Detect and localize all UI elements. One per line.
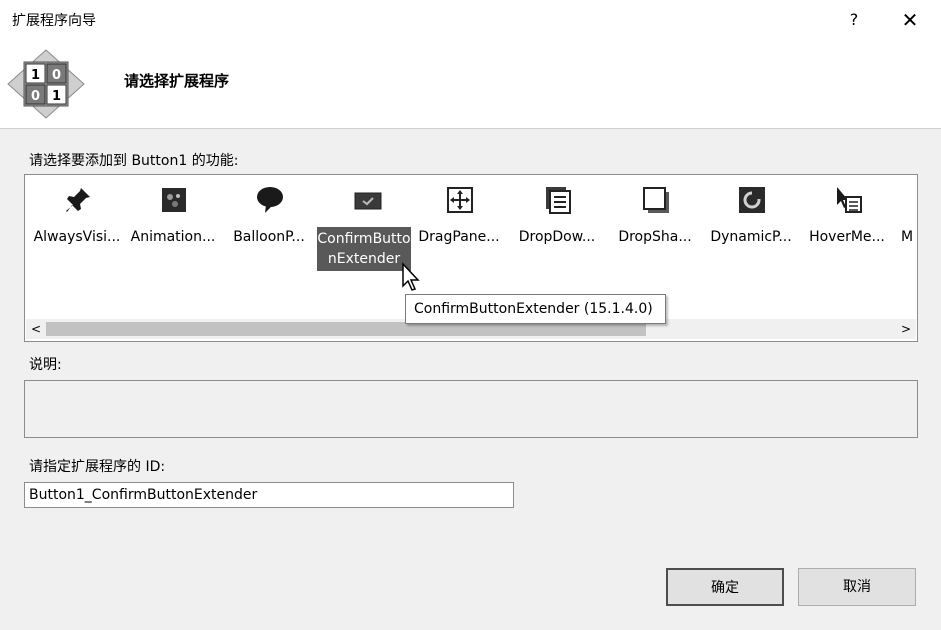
pin-icon — [66, 188, 90, 212]
svg-text:0: 0 — [31, 89, 40, 104]
close-button[interactable]: ✕ — [896, 6, 924, 34]
cancel-button[interactable]: 取消 — [798, 568, 916, 606]
svg-text:0: 0 — [52, 68, 61, 83]
animation-icon — [162, 188, 186, 212]
wizard-header: 1 0 0 1 请选择扩展程序 — [0, 40, 941, 129]
binary-grid-icon: 1 0 0 1 — [7, 49, 85, 119]
extension-item-dynamicpopulate[interactable]: DynamicP... — [703, 181, 799, 281]
extension-item-label: DragPane... — [418, 229, 500, 245]
speech-balloon-icon — [257, 187, 283, 213]
extension-item-label: M — [901, 229, 914, 245]
description-box — [24, 380, 918, 438]
title-bar: 扩展程序向导 ? ✕ — [0, 0, 941, 40]
svg-text:1: 1 — [52, 89, 61, 104]
window-title: 扩展程序向导 — [12, 13, 96, 29]
extension-item-dragpanel[interactable]: DragPane... — [411, 181, 507, 281]
scroll-thumb[interactable] — [46, 322, 646, 336]
extension-item-animation[interactable]: Animation... — [125, 181, 221, 281]
extension-item-balloonpopup[interactable]: BalloonP... — [221, 181, 317, 281]
extension-item-label: DropDow... — [518, 229, 596, 245]
dropdown-icon — [546, 187, 571, 214]
scroll-right-button[interactable]: > — [896, 319, 916, 339]
extender-id-label: 请指定扩展程序的 ID: — [29, 459, 166, 475]
extension-item-dropshadow[interactable]: DropSha... — [607, 181, 703, 281]
confirm-button-icon — [354, 192, 382, 210]
extension-item-label: DropSha... — [618, 229, 692, 245]
extension-item-label: Animation... — [130, 229, 216, 245]
extension-item-label: DynamicP... — [710, 229, 792, 245]
extension-item-label: AlwaysVisi... — [33, 229, 121, 245]
extension-list-label: 请选择要添加到 Button1 的功能: — [29, 153, 239, 169]
scroll-left-button[interactable]: < — [26, 319, 46, 339]
description-label: 说明: — [29, 357, 62, 373]
drag-panel-icon — [447, 187, 473, 213]
extension-item-more[interactable]: M — [897, 181, 917, 281]
dynamic-populate-icon — [739, 187, 765, 213]
extension-item-label: ConfirmButtonExtender — [317, 227, 411, 271]
wizard-step-title: 请选择扩展程序 — [124, 72, 230, 90]
extension-item-alwaysvisible[interactable]: AlwaysVisi... — [29, 181, 125, 281]
extension-item-dropdown[interactable]: DropDow... — [509, 181, 605, 281]
svg-text:1: 1 — [31, 68, 40, 83]
mouse-pointer-icon — [402, 262, 420, 291]
extender-id-input[interactable] — [24, 482, 514, 508]
extension-item-label: BalloonP... — [233, 229, 305, 245]
drop-shadow-icon — [643, 187, 669, 213]
extension-item-label: HoverMe... — [809, 229, 885, 245]
hover-menu-icon — [837, 187, 862, 213]
extension-tooltip: ConfirmButtonExtender (15.1.4.0) — [405, 294, 666, 324]
extension-item-hovermenu[interactable]: HoverMe... — [799, 181, 895, 281]
help-button[interactable]: ? — [840, 6, 868, 34]
ok-button[interactable]: 确定 — [666, 568, 784, 606]
